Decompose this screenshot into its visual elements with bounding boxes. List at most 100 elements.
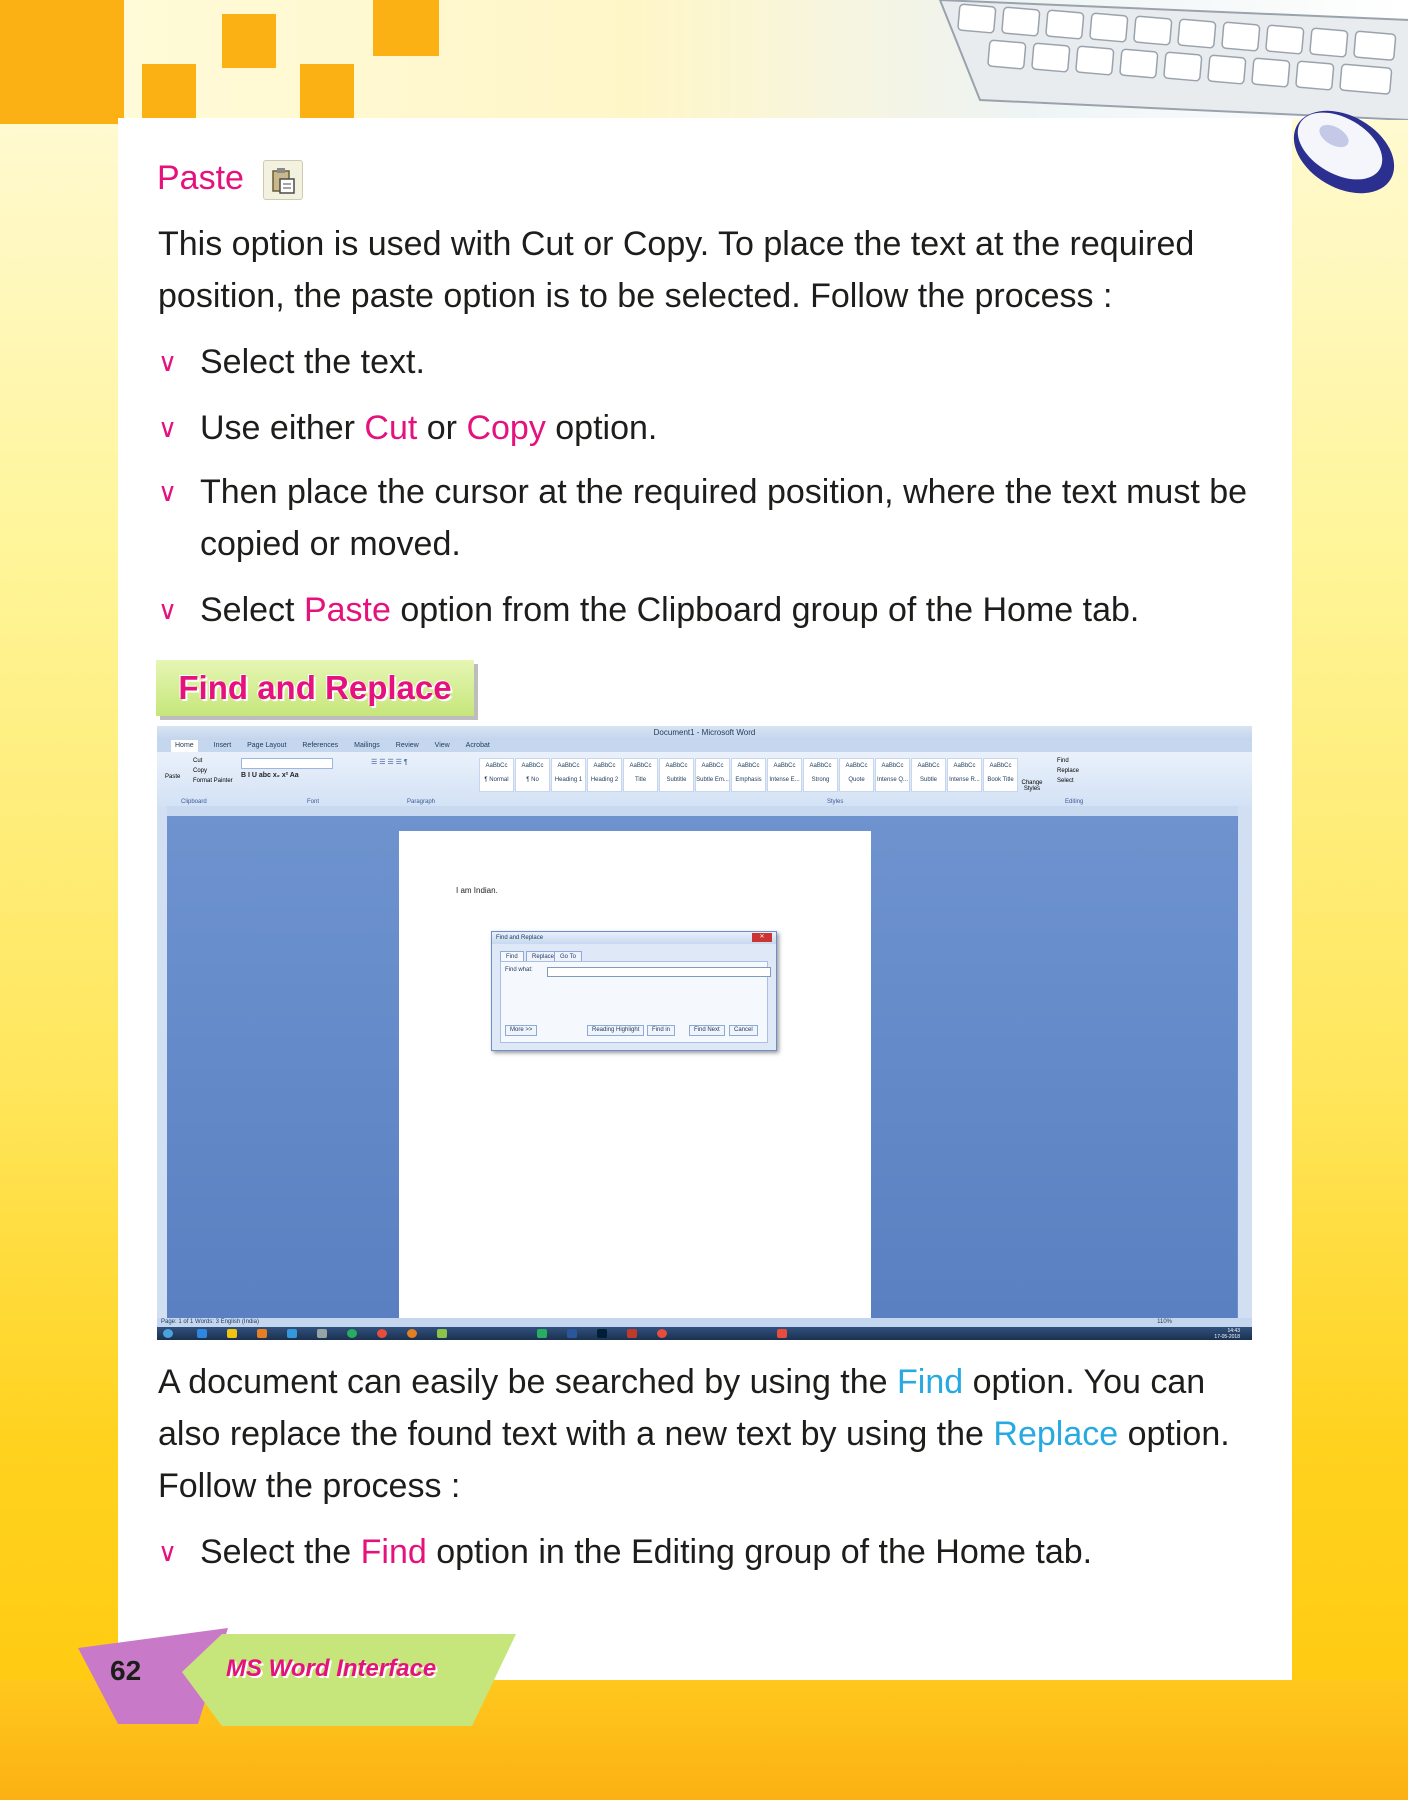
word-status-bar: Page: 1 of 1 Words: 3 English (India) 11… — [157, 1318, 1252, 1327]
style-label: Subtitle — [666, 777, 687, 783]
style-preview: AaBbCc — [485, 763, 508, 769]
word-style-option[interactable]: AaBbCc Subtle Em... — [695, 758, 730, 792]
style-label: Heading 1 — [554, 777, 583, 783]
style-preview: AaBbCc — [845, 763, 868, 769]
word-style-option[interactable]: AaBbCc Intense Q... — [875, 758, 910, 792]
word-style-option[interactable]: AaBbCc Heading 1 — [551, 758, 586, 792]
style-preview: AaBbCc — [809, 763, 832, 769]
windows-taskbar: 14:43 17-05-2018 — [157, 1327, 1252, 1340]
excel-icon[interactable] — [537, 1329, 547, 1338]
word-style-option[interactable]: AaBbCc Strong — [803, 758, 838, 792]
folder-icon[interactable] — [227, 1329, 237, 1338]
word-title-bar: Document1 - Microsoft Word — [157, 726, 1252, 740]
word-cut-button[interactable]: Cut — [193, 758, 202, 764]
word-find-button[interactable]: Find — [1057, 758, 1069, 764]
dialog-reading-highlight-button[interactable]: Reading Highlight — [587, 1025, 645, 1036]
dialog-more-button[interactable]: More >> — [505, 1025, 538, 1036]
opera-icon[interactable] — [377, 1329, 387, 1338]
app-icon[interactable] — [437, 1329, 447, 1338]
word-paragraph-group-label: Paragraph — [407, 799, 436, 805]
word-horizontal-ruler[interactable] — [157, 806, 1252, 816]
word-tab-acrobat[interactable]: Acrobat — [466, 740, 490, 752]
word-style-option[interactable]: AaBbCc Subtle Ref... — [911, 758, 946, 792]
word-change-styles-button[interactable]: Change Styles — [1019, 780, 1045, 792]
chrome-icon[interactable] — [347, 1329, 357, 1338]
word-screenshot: Document1 - Microsoft Word Home Insert P… — [157, 726, 1252, 1340]
ie-icon[interactable] — [197, 1329, 207, 1338]
paste-step-3: ∨ Then place the cursor at the required … — [158, 466, 1258, 570]
word-format-painter-button[interactable]: Format Painter — [193, 778, 233, 784]
dialog-cancel-button[interactable]: Cancel — [729, 1025, 758, 1036]
word-document-page[interactable]: I am Indian. Find and Replace ✕ Find Rep… — [399, 831, 871, 1318]
find-step-keyword: Find — [360, 1533, 427, 1571]
page-number: 62 — [110, 1655, 142, 1686]
word-style-option[interactable]: AaBbCc Heading 2 — [587, 758, 622, 792]
taskbar-clock[interactable]: 14:43 17-05-2018 — [1214, 1328, 1240, 1340]
word-paragraph-buttons[interactable]: ☰ ☰ ☰ ☰ ¶ — [371, 758, 471, 782]
word-style-option[interactable]: AaBbCc Intense R... — [947, 758, 982, 792]
teamviewer-icon[interactable] — [287, 1329, 297, 1338]
dialog-find-in-button[interactable]: Find in — [647, 1025, 676, 1036]
word-vertical-scrollbar[interactable] — [1238, 806, 1252, 1318]
find-what-input[interactable] — [547, 967, 771, 977]
word-style-option[interactable]: AaBbCc ¶ No Spaci... — [515, 758, 550, 792]
find-replace-title: Find and Replace — [178, 669, 452, 706]
photoshop-icon[interactable] — [597, 1329, 607, 1338]
word-replace-button[interactable]: Replace — [1057, 768, 1079, 774]
media-player-icon[interactable] — [257, 1329, 267, 1338]
bullet-check-icon: ∨ — [158, 595, 178, 625]
bullet-check-icon: ∨ — [158, 347, 178, 377]
dialog-close-button[interactable]: ✕ — [752, 933, 772, 942]
paste-step-2-text-mid: or — [417, 409, 467, 447]
word-tab-review[interactable]: Review — [396, 740, 419, 752]
style-preview: AaBbCc — [737, 763, 760, 769]
word-tab-mailings[interactable]: Mailings — [354, 740, 380, 752]
find-step-text-end: option in the Editing group of the Home … — [426, 1533, 1093, 1571]
style-label: Emphasis — [735, 777, 762, 783]
word-select-button[interactable]: Select — [1057, 778, 1074, 784]
start-button-icon[interactable] — [163, 1329, 173, 1338]
find-intro-paragraph: A document can easily be searched by usi… — [158, 1356, 1258, 1512]
word-style-option[interactable]: AaBbCc ¶ Normal — [479, 758, 514, 792]
dialog-find-next-button[interactable]: Find Next — [689, 1025, 725, 1036]
word-icon[interactable] — [567, 1329, 577, 1338]
word-tab-insert[interactable]: Insert — [214, 740, 232, 752]
app-icon[interactable] — [657, 1329, 667, 1338]
decor-square — [300, 64, 354, 118]
firefox-icon[interactable] — [407, 1329, 417, 1338]
word-status-text: Page: 1 of 1 Words: 3 English (India) — [161, 1319, 259, 1325]
word-copy-button[interactable]: Copy — [193, 768, 207, 774]
style-label: Strong — [811, 777, 830, 783]
word-font-name-box[interactable] — [241, 758, 333, 769]
pdf-icon[interactable] — [627, 1329, 637, 1338]
word-tab-references[interactable]: References — [302, 740, 338, 752]
word-style-option[interactable]: AaBbCc Subtitle — [659, 758, 694, 792]
word-style-option[interactable]: AaBbCc Intense E... — [767, 758, 802, 792]
word-zoom-level[interactable]: 110% — [1157, 1318, 1172, 1327]
find-intro-part1: A document can easily be searched by usi… — [158, 1363, 898, 1401]
style-preview: AaBbCc — [521, 763, 544, 769]
style-preview: AaBbCc — [773, 763, 796, 769]
word-style-option[interactable]: AaBbCc Emphasis — [731, 758, 766, 792]
word-style-option[interactable]: AaBbCc Title — [623, 758, 658, 792]
word-vertical-ruler[interactable] — [157, 806, 167, 1318]
word-tab-view[interactable]: View — [435, 740, 450, 752]
style-label: Subtle Em... — [696, 777, 729, 783]
app-icon[interactable] — [777, 1329, 787, 1338]
style-label: Intense E... — [769, 777, 800, 783]
word-paste-button[interactable]: Paste — [165, 774, 180, 780]
word-font-format-buttons[interactable]: B I U abc x₂ x² Aa — [241, 772, 361, 781]
style-preview: AaBbCc — [917, 763, 940, 769]
word-style-option[interactable]: AaBbCc Quote — [839, 758, 874, 792]
word-ribbon-tabs: Home Insert Page Layout References Maili… — [157, 740, 1252, 752]
word-editing-group-label: Editing — [1065, 799, 1084, 805]
word-window-title: Document1 - Microsoft Word — [653, 728, 756, 737]
style-label: Intense Q... — [876, 777, 909, 783]
style-label: Book Title — [987, 777, 1014, 783]
word-tab-home[interactable]: Home — [171, 740, 198, 752]
paste-keyword: Paste — [303, 591, 391, 629]
style-preview: AaBbCc — [557, 763, 580, 769]
word-style-option[interactable]: AaBbCc Book Title — [983, 758, 1018, 792]
word-tab-page-layout[interactable]: Page Layout — [247, 740, 286, 752]
app-icon[interactable] — [317, 1329, 327, 1338]
